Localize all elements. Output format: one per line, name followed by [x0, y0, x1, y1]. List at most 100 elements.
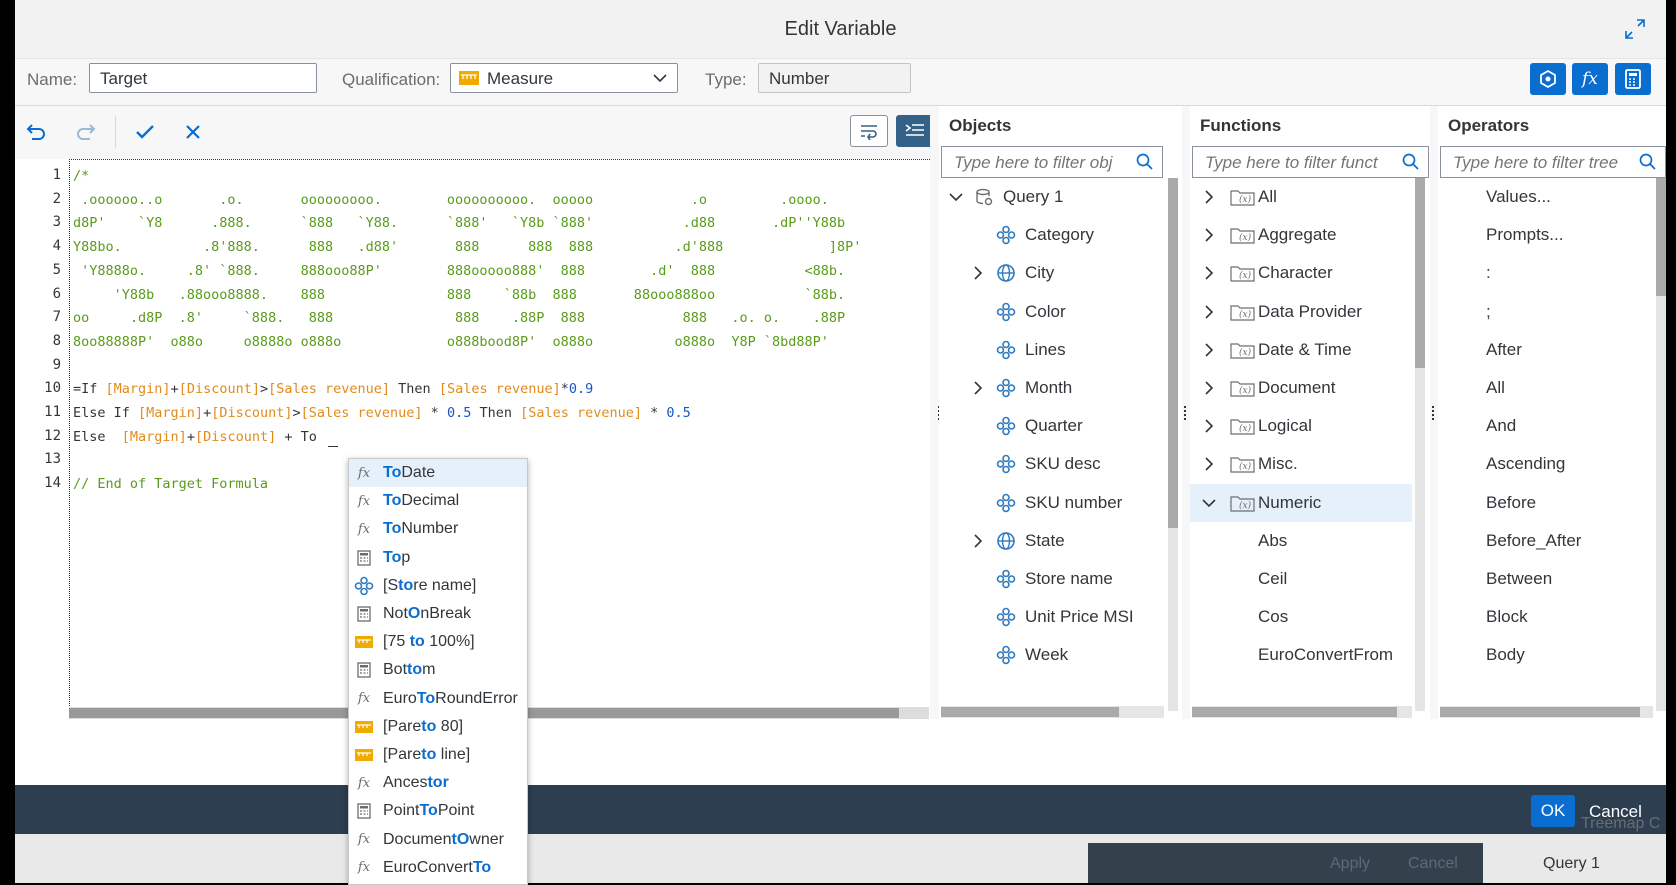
word-wrap-toggle[interactable] [850, 115, 888, 147]
objects-tree-item[interactable]: Unit Price MSI [939, 598, 1164, 636]
objects-tree-item[interactable]: Quarter [939, 407, 1164, 445]
operator-item[interactable]: Prompts... [1438, 216, 1653, 254]
objects-tree-item[interactable]: Week [939, 636, 1164, 674]
functions-tree-item[interactable]: (x) All [1190, 178, 1412, 216]
chevron-right-icon[interactable] [1200, 341, 1218, 359]
autocomplete-item[interactable]: PointToPoint [349, 797, 527, 825]
functions-horizontal-scrollbar[interactable] [1192, 706, 1412, 718]
operator-item[interactable]: Body [1438, 636, 1653, 674]
functions-tree-item[interactable]: (x) Document [1190, 369, 1412, 407]
functions-tree-item[interactable]: Ceil [1190, 560, 1412, 598]
chevron-right-icon[interactable] [1200, 417, 1218, 435]
chevron-right-icon[interactable] [969, 379, 987, 397]
chevron-right-icon[interactable] [969, 532, 987, 550]
operator-item[interactable]: And [1438, 407, 1653, 445]
objects-horizontal-scrollbar[interactable] [941, 706, 1164, 718]
operator-item[interactable]: Before_After [1438, 522, 1653, 560]
autocomplete-item[interactable]: fx ToDate [349, 459, 527, 487]
autocomplete-item[interactable]: NotOnBreak [349, 600, 527, 628]
autocomplete-item[interactable]: [Pareto 80] [349, 713, 527, 741]
validate-button[interactable] [131, 118, 159, 146]
name-input[interactable]: Target [89, 63, 317, 93]
redo-button[interactable] [71, 118, 99, 146]
qualification-select[interactable]: Measure [450, 63, 678, 93]
operator-item[interactable]: Before [1438, 484, 1653, 522]
operator-item[interactable]: All [1438, 369, 1653, 407]
splitter[interactable] [1430, 106, 1438, 719]
functions-tree-item[interactable]: (x) Character [1190, 254, 1412, 292]
functions-tree-item[interactable]: Abs [1190, 522, 1412, 560]
objects-tree-item[interactable]: Query 1 [939, 178, 1164, 216]
objects-tree-item[interactable]: Category [939, 216, 1164, 254]
format-toggle[interactable] [896, 115, 934, 147]
scrollbar-thumb[interactable] [1415, 178, 1425, 368]
autocomplete-item[interactable]: fx EuroConvertTo [349, 854, 527, 882]
chevron-right-icon[interactable] [969, 264, 987, 282]
operators-horizontal-scrollbar[interactable] [1440, 706, 1653, 718]
objects-vertical-scrollbar[interactable] [1168, 178, 1178, 711]
search-icon[interactable] [1402, 153, 1420, 171]
functions-tree-item[interactable]: (x) Date & Time [1190, 331, 1412, 369]
operators-filter-input[interactable] [1451, 152, 1635, 174]
scrollbar-thumb[interactable] [1440, 707, 1640, 717]
operator-item[interactable]: Values... [1438, 178, 1653, 216]
autocomplete-item[interactable]: [75 to 100%] [349, 628, 527, 656]
chevron-right-icon[interactable] [1200, 379, 1218, 397]
operator-item[interactable]: After [1438, 331, 1653, 369]
chevron-right-icon[interactable] [1200, 303, 1218, 321]
operators-filter[interactable] [1440, 146, 1666, 178]
functions-filter[interactable] [1192, 146, 1429, 178]
scrollbar-thumb[interactable] [1192, 707, 1397, 717]
autocomplete-item[interactable]: Top [349, 544, 527, 572]
objects-tree-item[interactable]: Store name [939, 560, 1164, 598]
autocomplete-item[interactable]: fx EuroToRoundError [349, 685, 527, 713]
objects-toggle-button[interactable] [1530, 63, 1566, 95]
functions-tree-item[interactable]: Cos [1190, 598, 1412, 636]
objects-tree-item[interactable]: City [939, 254, 1164, 292]
functions-toggle-button[interactable]: fx [1572, 63, 1608, 95]
objects-tree-item[interactable]: Color [939, 293, 1164, 331]
functions-tree-item[interactable]: (x) Aggregate [1190, 216, 1412, 254]
chevron-right-icon[interactable] [1200, 264, 1218, 282]
objects-filter-input[interactable] [952, 152, 1126, 174]
functions-vertical-scrollbar[interactable] [1415, 178, 1425, 711]
chevron-right-icon[interactable] [1200, 455, 1218, 473]
chevron-right-icon[interactable] [1200, 226, 1218, 244]
operator-item[interactable]: Block [1438, 598, 1653, 636]
functions-tree-item[interactable]: (x) Misc. [1190, 445, 1412, 483]
autocomplete-item[interactable]: [Store name] [349, 572, 527, 600]
chevron-down-icon[interactable] [947, 188, 965, 206]
scrollbar-thumb[interactable] [1168, 178, 1178, 528]
objects-tree-item[interactable]: Month [939, 369, 1164, 407]
functions-filter-input[interactable] [1203, 152, 1397, 174]
operator-item[interactable]: : [1438, 254, 1653, 292]
operators-vertical-scrollbar[interactable] [1656, 178, 1666, 711]
autocomplete-item[interactable]: [Pareto line] [349, 741, 527, 769]
operator-item[interactable]: Between [1438, 560, 1653, 598]
operator-item[interactable]: ; [1438, 293, 1653, 331]
operator-item[interactable]: Ascending [1438, 445, 1653, 483]
search-icon[interactable] [1136, 153, 1154, 171]
search-icon[interactable] [1639, 153, 1657, 171]
functions-tree-item[interactable]: (x) Data Provider [1190, 293, 1412, 331]
operators-toggle-button[interactable] [1615, 63, 1651, 95]
objects-tree-item[interactable]: SKU desc [939, 445, 1164, 483]
objects-tree-item[interactable]: SKU number [939, 484, 1164, 522]
chevron-right-icon[interactable] [1200, 188, 1218, 206]
scrollbar-thumb[interactable] [941, 707, 1119, 717]
autocomplete-item[interactable]: Bottom [349, 656, 527, 684]
scrollbar-thumb[interactable] [1656, 178, 1666, 296]
undo-button[interactable] [23, 118, 51, 146]
functions-tree-item[interactable]: EuroConvertFrom [1190, 636, 1412, 674]
clear-button[interactable] [179, 118, 207, 146]
autocomplete-item[interactable]: fx ToDecimal [349, 487, 527, 515]
functions-tree-item[interactable]: (x) Numeric [1190, 483, 1412, 522]
objects-tree-item[interactable]: Lines [939, 331, 1164, 369]
expand-icon[interactable] [1624, 18, 1646, 40]
chevron-down-icon[interactable] [1200, 494, 1218, 512]
autocomplete-item[interactable]: fx Ancestor [349, 769, 527, 797]
ok-button[interactable]: OK [1531, 795, 1575, 827]
autocomplete-item[interactable]: fx DocumentOwner [349, 826, 527, 854]
objects-filter[interactable] [941, 146, 1163, 178]
functions-tree-item[interactable]: (x) Logical [1190, 407, 1412, 445]
